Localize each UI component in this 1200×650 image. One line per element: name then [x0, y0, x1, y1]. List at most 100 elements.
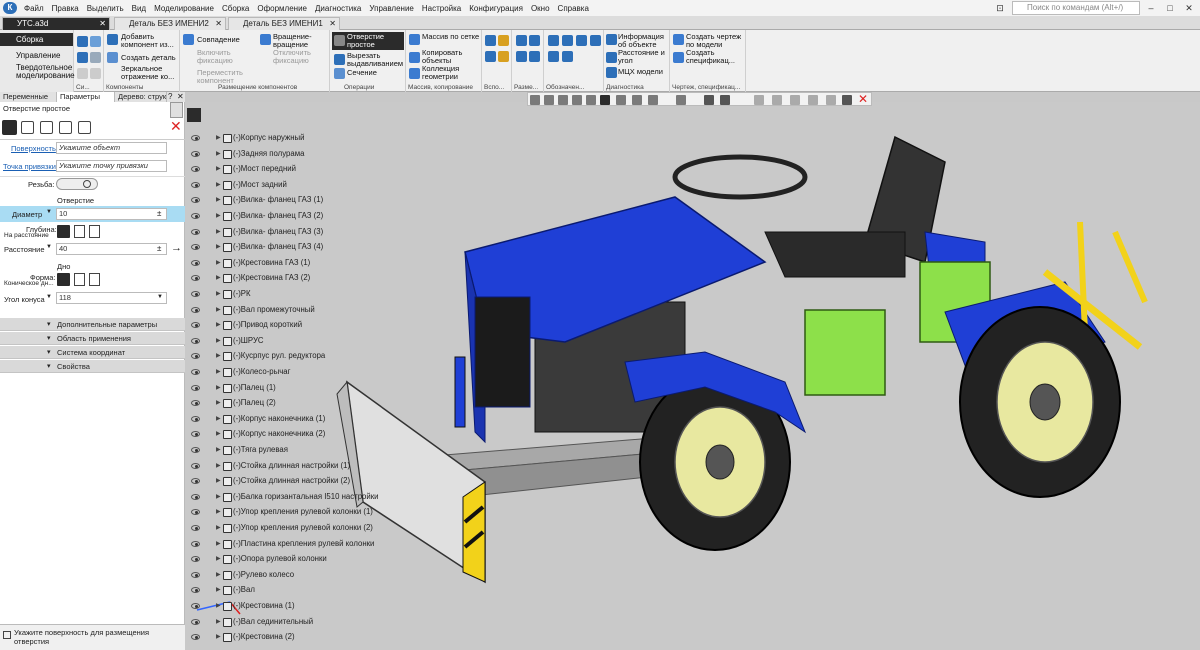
expand-icon[interactable]: ▶: [216, 352, 221, 359]
eye-icon[interactable]: [191, 228, 200, 235]
eye-icon[interactable]: [191, 259, 200, 266]
menu-view[interactable]: Вид: [128, 4, 150, 13]
tree-item[interactable]: ▶ (-)Вал промежуточный: [187, 303, 387, 318]
eye-icon[interactable]: [191, 166, 200, 173]
eye-icon[interactable]: [191, 478, 200, 485]
expand-icon[interactable]: ▶: [216, 399, 221, 406]
copy-objects-button[interactable]: Копировать объекты: [422, 49, 480, 65]
thread-toggle[interactable]: [56, 178, 98, 190]
menu-modeling[interactable]: Моделирование: [150, 4, 218, 13]
tree-item[interactable]: ▶ (-)Вилка- фланец ГАЗ (4): [187, 240, 387, 255]
close-tab-icon[interactable]: ✕: [99, 18, 106, 30]
eye-icon[interactable]: [191, 525, 200, 531]
section-scope[interactable]: ▾ Область применения: [0, 332, 185, 345]
eye-icon[interactable]: [191, 213, 200, 219]
dropdown-arrow-icon[interactable]: ▼: [46, 244, 52, 250]
tree-item[interactable]: ▶ (-)Тяга рулевая: [187, 443, 387, 458]
view-settings-icon[interactable]: [530, 95, 540, 105]
base-icon[interactable]: [576, 35, 587, 46]
expand-icon[interactable]: ▶: [216, 243, 221, 250]
expand-icon[interactable]: ▶: [216, 165, 221, 172]
expand-icon[interactable]: ▶: [216, 477, 221, 484]
mode-solid[interactable]: Твердотельное моделирование: [0, 64, 75, 82]
expand-icon[interactable]: ▶: [216, 259, 221, 266]
anchor-field[interactable]: Укажите точку привязки: [56, 160, 167, 172]
tree-item[interactable]: ▶ (-)Крестовина ГАЗ (1): [187, 256, 387, 271]
print-icon[interactable]: [90, 52, 101, 63]
direction-arrow-icon[interactable]: →: [171, 242, 182, 254]
maximize-icon[interactable]: □: [1162, 1, 1178, 15]
eye-icon[interactable]: [191, 197, 200, 204]
hole-simple-button[interactable]: Отверстие простое: [347, 33, 403, 49]
menu-manage[interactable]: Управление: [365, 4, 417, 13]
expand-icon[interactable]: ▶: [216, 633, 221, 640]
geometry-collection-button[interactable]: Коллекция геометрии: [422, 65, 480, 81]
roughness-icon[interactable]: [562, 35, 573, 46]
expand-icon[interactable]: ▶: [216, 384, 221, 391]
hide-icon[interactable]: [754, 95, 764, 105]
tree-item[interactable]: ▶ (-)Стойка длинная настройки (1): [187, 459, 387, 474]
eye-icon[interactable]: [191, 634, 200, 641]
tree-item[interactable]: ▶ (-)Балка горизантальная I510 настройки: [187, 490, 387, 505]
expand-icon[interactable]: ▶: [216, 446, 221, 453]
move-component-button[interactable]: Переместить компонент: [197, 69, 255, 85]
hole-type-3-icon[interactable]: [40, 121, 53, 134]
tree-item[interactable]: ▶ (-)Корпус наружный: [187, 131, 387, 146]
eye-icon[interactable]: [191, 447, 200, 453]
menu-file[interactable]: Файл: [20, 4, 48, 13]
tree-toggle-icon[interactable]: [187, 108, 201, 122]
cancel-icon[interactable]: ✕: [858, 93, 868, 106]
eye-icon[interactable]: [191, 587, 200, 594]
eye-icon[interactable]: [191, 462, 200, 469]
eye-icon[interactable]: [191, 306, 200, 313]
command-search-input[interactable]: Поиск по командам (Alt+/): [1012, 1, 1140, 15]
eye-icon[interactable]: [191, 353, 200, 360]
expand-icon[interactable]: ▶: [216, 212, 221, 219]
distance-angle-button[interactable]: Расстояние и угол: [618, 49, 670, 65]
dropdown-arrow-icon[interactable]: ▼: [46, 209, 52, 215]
eye-icon[interactable]: [191, 603, 200, 609]
pan-icon[interactable]: [544, 95, 554, 105]
expand-icon[interactable]: ▶: [216, 508, 221, 515]
tree-item[interactable]: ▶ (-)Вал: [187, 583, 387, 598]
close-panel-icon[interactable]: ✕: [177, 92, 184, 102]
tab-tree[interactable]: Дерево: струк...: [115, 92, 167, 102]
menu-config[interactable]: Конфигурация: [465, 4, 527, 13]
eye-icon[interactable]: [191, 400, 200, 407]
show-icon[interactable]: [772, 95, 782, 105]
eye-icon[interactable]: [191, 618, 200, 625]
menu-diagnostics[interactable]: Диагностика: [311, 4, 365, 13]
cut-extrude-button[interactable]: Вырезать выдавливанием: [347, 52, 405, 68]
bottom-cone-icon[interactable]: [57, 273, 70, 286]
expand-icon[interactable]: ▶: [216, 321, 221, 328]
object-info-button[interactable]: Информация об объекте: [618, 33, 670, 49]
expand-icon[interactable]: ▶: [216, 415, 221, 422]
dropdown-arrow-icon[interactable]: ▼: [46, 294, 52, 300]
tree-item[interactable]: ▶ (-)Палец (1): [187, 381, 387, 396]
tree-item[interactable]: ▶ (-)Пластина крепления рулевй колонки: [187, 537, 387, 552]
diameter-size-icon[interactable]: [529, 51, 540, 62]
help-icon[interactable]: ?: [168, 92, 172, 102]
save-icon[interactable]: [77, 36, 88, 47]
bottom-flat-icon[interactable]: [74, 273, 85, 286]
expand-icon[interactable]: ▶: [216, 150, 221, 157]
eye-icon[interactable]: [191, 322, 200, 329]
tree-item[interactable]: ▶ (-)РК: [187, 287, 387, 302]
tree-item[interactable]: ▶ (-)Вал сединительный: [187, 615, 387, 630]
mirror-component-button[interactable]: Зеркальное отражение ко...: [121, 65, 179, 81]
tree-item[interactable]: ▶ (-)Задняя полурама: [187, 147, 387, 162]
hole-type-4-icon[interactable]: [59, 121, 72, 134]
eye-icon[interactable]: [191, 244, 200, 251]
close-tab-icon[interactable]: ✕: [215, 18, 222, 30]
tree-item[interactable]: ▶ (-)Вилка- фланец ГАЗ (2): [187, 209, 387, 224]
menu-window[interactable]: Окно: [527, 4, 554, 13]
expand-icon[interactable]: ▶: [216, 540, 221, 547]
tree-item[interactable]: ▶ (-)Мост задний: [187, 178, 387, 193]
eye-icon[interactable]: [191, 135, 200, 141]
expand-icon[interactable]: ▶: [216, 306, 221, 313]
orientation-icon[interactable]: [632, 95, 642, 105]
leader-icon[interactable]: [548, 35, 559, 46]
fix-off-button[interactable]: Отключить фиксацию: [273, 49, 329, 65]
eye-icon[interactable]: [191, 431, 200, 438]
eye-icon[interactable]: [191, 571, 200, 578]
